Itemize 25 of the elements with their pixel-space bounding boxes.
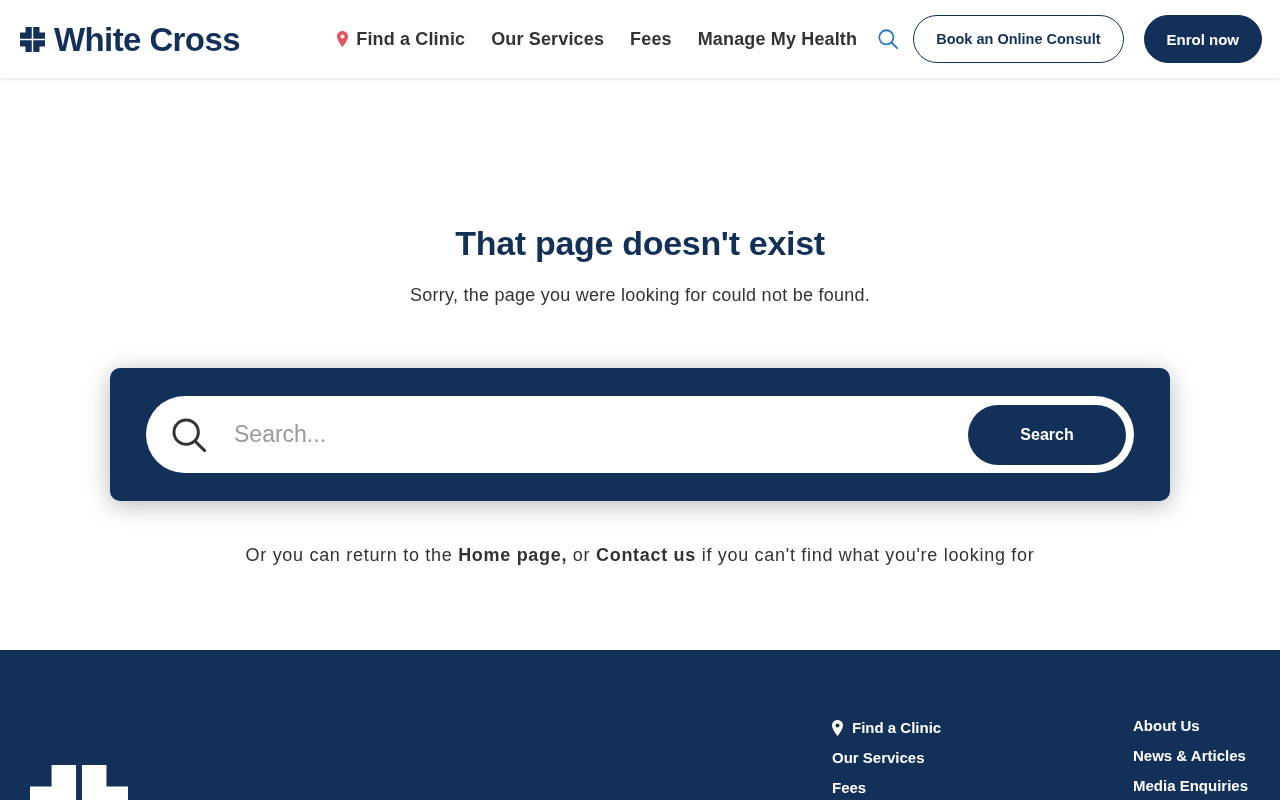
footer-link[interactable]: Media Enquiries [1133,777,1249,795]
footer-link[interactable]: Find a Clinic [832,719,942,737]
nav-link[interactable]: Our Services [491,28,605,50]
text-link[interactable]: Contact us [596,545,696,565]
search-button[interactable] [878,29,899,49]
nav-link[interactable]: Find a Clinic [337,28,466,50]
search-submit-button[interactable]: Search [968,404,1126,465]
location-pin-icon [832,720,843,736]
page-title: That page doesn't exist [455,223,825,263]
logo-wordmark[interactable]: White Cross [54,22,240,56]
help-text: Or you can return to the Home page, or Contact us if you can't find what you're looking for [245,544,1035,567]
consult-button[interactable]: Book an Online Consult [913,15,1124,63]
footer-link[interactable]: News & Articles [1133,747,1246,765]
nav-link[interactable]: Fees [630,28,672,50]
location-pin-icon [337,31,349,47]
footer-link[interactable]: Fees [832,779,867,797]
footer-link[interactable]: About Us [1133,717,1200,735]
text-link[interactable]: Home page, [458,545,568,565]
search-field[interactable]: Search... Search [146,396,1134,473]
message-text: Sorry, the page you were looking for could not be found. [410,284,870,307]
nav-link[interactable]: Manage My Health [697,28,858,50]
search-icon [172,417,206,452]
footer-link[interactable]: Our Services [832,749,925,767]
enrol-button[interactable]: Enrol now [1143,15,1262,63]
logo-icon [20,26,45,52]
